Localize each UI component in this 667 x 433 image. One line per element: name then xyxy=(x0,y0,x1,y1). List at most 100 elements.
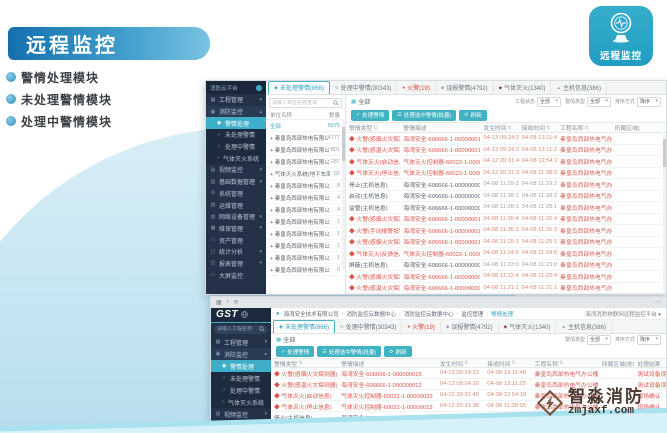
sidebar-item[interactable]: ◉ 警情处理 xyxy=(211,360,271,372)
sidebar-item[interactable]: ▣ 消防监控 ▴ xyxy=(211,348,271,360)
column-header[interactable]: 工程名称 ⇅ xyxy=(532,359,599,368)
table-row[interactable]: ◆ 火警(手动报警按钮) 海湾安全-606666-1-000000011 04-… xyxy=(346,225,666,237)
table-scrollbar[interactable] xyxy=(663,135,666,294)
filter-select[interactable]: 降序 ▾ xyxy=(637,97,661,107)
table-row[interactable]: ◆ 火警(感烟火灾探测器) 海湾安全-606666-1-000000015 04… xyxy=(346,133,666,145)
alarm-tab[interactable]: ◆ 误报警情(4792) xyxy=(436,82,494,94)
column-header[interactable]: 接收时间 ⇅ xyxy=(519,123,557,132)
tree-search-box[interactable] xyxy=(269,98,342,108)
tree-row[interactable]: + 秦皇岛西部热电有限公司综合楼 4 xyxy=(266,204,345,216)
sidebar-item[interactable]: ◫ 报表管理 ▾ xyxy=(206,258,266,270)
sidebar-item[interactable]: ○ 未处理警情 xyxy=(211,372,271,384)
platform-title[interactable]: 海湾消防物联网远程监控平台 ▾ xyxy=(585,310,661,318)
alarm-tab[interactable]: ◆ 误报警情(4792) xyxy=(441,321,499,333)
breadcrumb-item[interactable]: 海湾安全技术有限公司 xyxy=(284,310,344,318)
tree-row[interactable]: + 秦皇岛西部热电有限公司门口 4777 xyxy=(266,132,345,144)
action-button[interactable]: ⟳ 刷新 xyxy=(384,346,411,357)
column-header[interactable]: 处理结果 xyxy=(634,359,666,368)
action-button[interactable]: ☰ 处理选中警情(批量) xyxy=(317,346,381,357)
column-header[interactable]: 警情类型 ⇅ xyxy=(346,123,400,132)
sidebar-item[interactable]: ▭ 大屏监控 xyxy=(206,269,266,281)
table-row[interactable]: ◆ 火警(感温火灾探测器) 海湾安全-606666-1-000000008 04… xyxy=(346,283,666,295)
table-row[interactable]: ◆ 气体灭火(启动信息) 气体灭火控制器-60022-1-00000023 04… xyxy=(346,156,666,168)
tree-row[interactable]: + 秦皇岛西部热电有限公司主厂房 287 xyxy=(266,156,345,168)
sidebar-item[interactable]: ▨ 网络设备管理 ▾ xyxy=(206,211,266,223)
table-row[interactable]: ◆ 火警(感烟火灾探测器) 海湾安全-606666-1-000000010 04… xyxy=(346,237,666,249)
table-row[interactable]: ◆ 火警(感烟火灾探测器) 海湾安全-606666-1-000000015 04… xyxy=(271,368,666,379)
sidebar-item[interactable]: ○ 气体灭火系统 xyxy=(211,396,271,408)
filter-select[interactable]: 全部 ▾ xyxy=(587,97,611,107)
breadcrumb-item[interactable]: 警情处理 xyxy=(491,310,513,318)
table-row[interactable]: 监管(主机信息) 海湾安全-606666-1-000000007 04-08 1… xyxy=(346,202,666,214)
sidebar-item[interactable]: ○ 气体灭火系统 xyxy=(206,152,266,164)
tree-row[interactable]: + 秦皇岛西部热电有限公司锅炉房 1 xyxy=(266,216,345,228)
alarm-tab[interactable]: ◉ 未处理警情(866) xyxy=(268,81,330,95)
alarm-tab[interactable]: ● 火警(19) xyxy=(402,321,440,333)
table-row[interactable]: ◆ 气体灭火(反馈信息) 气体灭火控制器-60022-1-00000021 04… xyxy=(346,248,666,260)
alarm-tab[interactable]: ↻ 处理中警情(30343) xyxy=(335,321,402,333)
sort-icon[interactable]: ⇅ xyxy=(584,125,588,131)
sort-icon[interactable]: ⇅ xyxy=(546,125,550,131)
search-icon[interactable] xyxy=(259,326,265,332)
tree-row[interactable]: + 秦皇岛西部热电有限公司控制室 0 xyxy=(266,264,345,276)
sort-icon[interactable]: ⇅ xyxy=(373,125,377,131)
sidebar-item[interactable]: ▦ 工程管理 ▾ xyxy=(211,336,271,348)
column-header[interactable]: 工程名称 ⇅ xyxy=(557,123,611,132)
action-button[interactable]: ☰ 处理选中警情(批量) xyxy=(392,110,456,121)
column-header[interactable]: 所属区域(地址) xyxy=(599,359,635,368)
browser-nav-icon[interactable]: ‹ xyxy=(227,299,229,306)
sidebar-item[interactable]: ⚙ 系统管理 xyxy=(206,188,266,200)
table-row[interactable]: 启动(主机信息) 海湾安全-606666-1-000000007 04-08 1… xyxy=(346,191,666,203)
alarm-tab[interactable]: ◆ 气体灭火(1340) xyxy=(494,82,552,94)
sort-icon[interactable]: ⇅ xyxy=(511,360,515,366)
user-avatar[interactable] xyxy=(256,85,262,91)
tree-row[interactable]: + 秦皇岛西部热电有限公司仓库 1 xyxy=(266,240,345,252)
scrollbar-thumb[interactable] xyxy=(342,127,345,161)
sidebar-item[interactable]: ▦ 工程管理 ▾ xyxy=(206,94,266,106)
tree-row[interactable]: + 秦皇岛西部热电有限公司配电室 1 xyxy=(266,228,345,240)
breadcrumb-item[interactable]: 监控管理 xyxy=(461,310,488,318)
tree-row[interactable]: + 秦皇岛西部热电有限公司食堂 4 xyxy=(266,192,345,204)
alarm-tab[interactable]: ▲ 主机信息(386) xyxy=(556,321,611,333)
sidebar-item[interactable]: ▥ 基础数据管理 ▾ xyxy=(206,176,266,188)
column-header[interactable]: 警情描述 xyxy=(338,359,437,368)
search-icon[interactable] xyxy=(333,100,339,106)
alarm-tab[interactable]: ◉ 未处理警情(866) xyxy=(273,320,335,334)
filter-select[interactable]: 全部 ▾ xyxy=(537,97,561,107)
table-row[interactable]: 停止(主机信息) 海湾安全-606666-1-000000007 04-08 1… xyxy=(346,179,666,191)
sidebar-search-input[interactable] xyxy=(217,326,257,332)
sidebar-item[interactable]: ▤ 视频监控 ▾ xyxy=(206,164,266,176)
alarm-tab[interactable]: ↻ 处理中警情(30343) xyxy=(330,82,397,94)
column-header[interactable]: 接收时间 ⇅ xyxy=(484,359,531,368)
sidebar-item[interactable]: □ 资产管理 xyxy=(206,234,266,246)
alarm-tab[interactable]: ▲ 主机信息(386) xyxy=(551,82,606,94)
table-row[interactable]: ◆ 气体灭火(停止信息) 气体灭火控制器-60022-1-00000013 04… xyxy=(346,168,666,180)
alarm-tab[interactable]: ◆ 气体灭火(1340) xyxy=(499,321,557,333)
sidebar-item[interactable]: ○ 处理中警情 xyxy=(206,141,266,153)
browser-nav-icon[interactable]: ⟳ xyxy=(234,299,239,306)
filter-select[interactable]: 降序 ▾ xyxy=(637,335,661,345)
table-row[interactable]: ◆ 火警(感温火灾探测器) 海湾安全-606666-1-000000012 04… xyxy=(346,145,666,157)
sort-icon[interactable]: ⇅ xyxy=(559,360,563,366)
table-row[interactable]: 屏蔽(主机信息) 海湾安全-606666-1-000000007 04-08 1… xyxy=(346,260,666,272)
tree-row[interactable]: + 秦皇岛西部热电有限公司水泵房 1 xyxy=(266,252,345,264)
action-button[interactable]: ✓ 处理警情 xyxy=(351,110,389,121)
sort-icon[interactable]: ⇅ xyxy=(464,360,468,366)
filter-select[interactable]: 全部 ▾ xyxy=(587,335,611,345)
tree-scrollbar[interactable] xyxy=(342,119,345,269)
alarm-tab[interactable]: ● 火警(19) xyxy=(397,82,435,94)
breadcrumb-item[interactable]: 消防监控云数据中心 xyxy=(404,310,458,318)
table-row[interactable]: ◆ 火警(感烟火灾探测器) 海湾安全-606666-1-000000009 04… xyxy=(346,271,666,283)
sidebar-item[interactable]: ○ 处理中警情 xyxy=(211,384,271,396)
breadcrumb-item[interactable]: 消防监控云数据中心 xyxy=(346,310,400,318)
sidebar-item[interactable]: ▣ 消防监控 ▴ xyxy=(206,106,266,118)
action-button[interactable]: ⟳ 刷新 xyxy=(459,110,486,121)
sidebar-item[interactable]: ▩ 维保管理 ▾ xyxy=(206,223,266,235)
sidebar-item[interactable]: ▢ 统计分析 ▾ xyxy=(206,246,266,258)
tree-search-input[interactable] xyxy=(272,100,330,106)
scrollbar-thumb[interactable] xyxy=(663,139,666,167)
sidebar-item[interactable]: ◉ 警情处理 xyxy=(206,117,266,129)
sidebar-item[interactable]: ▧ 运维管理 xyxy=(206,199,266,211)
browser-menu-icon[interactable]: ⋯ xyxy=(655,299,661,306)
tree-row[interactable]: + 气体灭火系统(地下车库) 92 xyxy=(266,168,345,180)
